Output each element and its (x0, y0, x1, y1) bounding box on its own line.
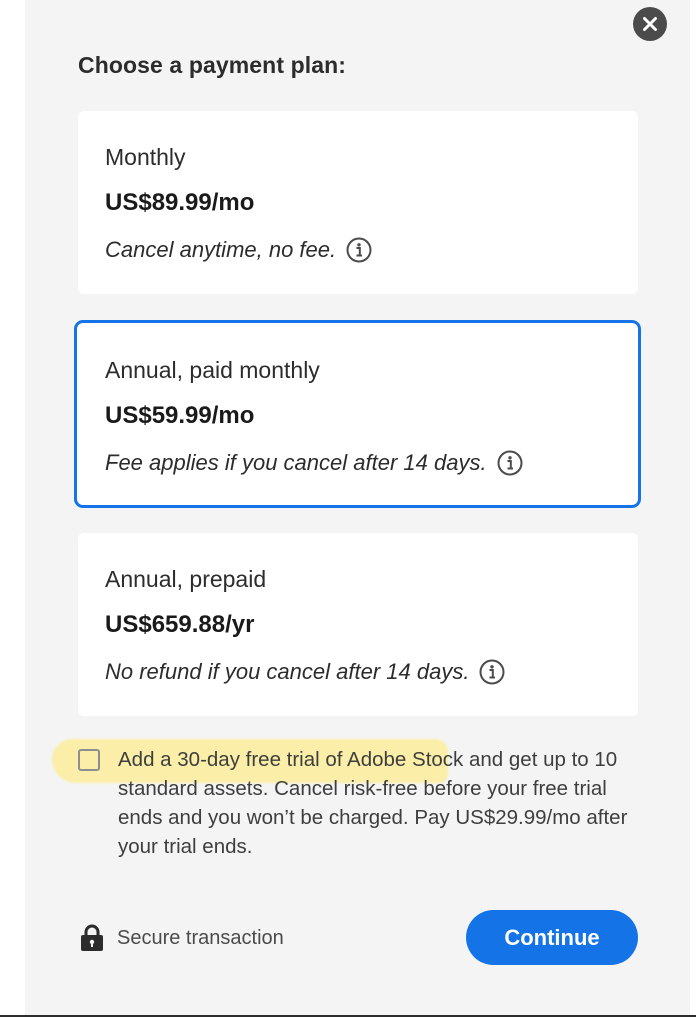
stock-trial-text: Add a 30-day free trial of Adobe Stock a… (118, 748, 628, 858)
continue-button[interactable]: Continue (466, 910, 638, 965)
plan-name: Monthly (105, 144, 186, 170)
secure-transaction: Secure transaction (80, 924, 284, 952)
plan-terms: No refund if you cancel after 14 days. (105, 659, 470, 684)
plan-name: Annual, paid monthly (105, 357, 320, 383)
info-icon[interactable] (497, 450, 523, 476)
plan-card-monthly[interactable]: Monthly US$89.99/mo Cancel anytime, no f… (78, 111, 638, 294)
secure-transaction-label: Secure transaction (117, 926, 284, 949)
plan-price: US$59.99/mo (105, 402, 255, 429)
stock-trial-checkbox[interactable] (78, 749, 100, 771)
page: Choose a payment plan: Monthly US$89.99/… (0, 0, 696, 1017)
close-icon (643, 17, 657, 31)
plan-name: Annual, prepaid (105, 566, 267, 592)
window-edge (690, 0, 696, 1017)
plan-terms: Fee applies if you cancel after 14 days. (105, 450, 487, 475)
plan-terms-row: Cancel anytime, no fee. (105, 237, 372, 263)
plan-terms-row: No refund if you cancel after 14 days. (105, 659, 505, 685)
close-button[interactable] (633, 7, 667, 41)
plan-price: US$659.88/yr (105, 611, 255, 638)
info-icon[interactable] (346, 237, 372, 263)
plan-terms: Cancel anytime, no fee. (105, 237, 337, 262)
plan-card-annual-monthly[interactable]: Annual, paid monthly US$59.99/mo Fee app… (74, 320, 641, 508)
plan-card-annual-prepaid[interactable]: Annual, prepaid US$659.88/yr No refund i… (78, 533, 638, 716)
lock-icon (81, 924, 103, 951)
plan-terms-row: Fee applies if you cancel after 14 days. (105, 450, 523, 476)
page-title: Choose a payment plan: (78, 52, 347, 78)
info-icon[interactable] (479, 659, 505, 685)
plan-price: US$89.99/mo (105, 189, 255, 216)
